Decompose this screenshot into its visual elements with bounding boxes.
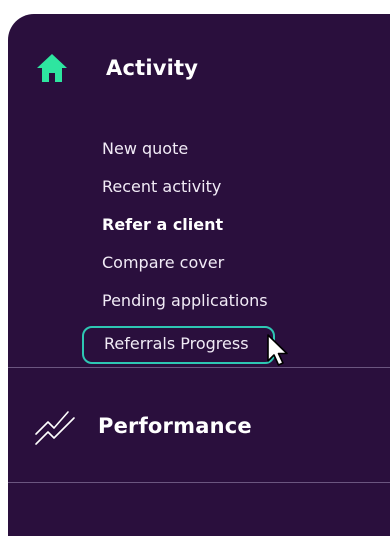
trend-chart-icon	[35, 411, 75, 445]
menu-item-compare-cover[interactable]: Compare cover	[102, 250, 275, 288]
section-divider	[8, 482, 390, 483]
mouse-pointer-icon	[267, 334, 288, 366]
performance-title: Performance	[98, 414, 252, 438]
menu-item-referrals-progress[interactable]: Referrals Progress	[82, 326, 275, 364]
menu-item-new-quote[interactable]: New quote	[102, 136, 275, 174]
menu-item-pending-applications[interactable]: Pending applications	[102, 288, 275, 326]
menu-item-refer-a-client[interactable]: Refer a client	[102, 212, 275, 250]
activity-section-header[interactable]: Activity	[34, 50, 198, 86]
home-icon	[37, 54, 67, 82]
section-divider	[8, 367, 390, 368]
activity-title: Activity	[106, 56, 199, 80]
activity-menu: New quote Recent activity Refer a client…	[82, 136, 275, 364]
sidebar-panel: Activity New quote Recent activity Refer…	[8, 14, 390, 536]
menu-item-recent-activity[interactable]: Recent activity	[102, 174, 275, 212]
performance-section-header[interactable]: Performance	[34, 404, 252, 448]
